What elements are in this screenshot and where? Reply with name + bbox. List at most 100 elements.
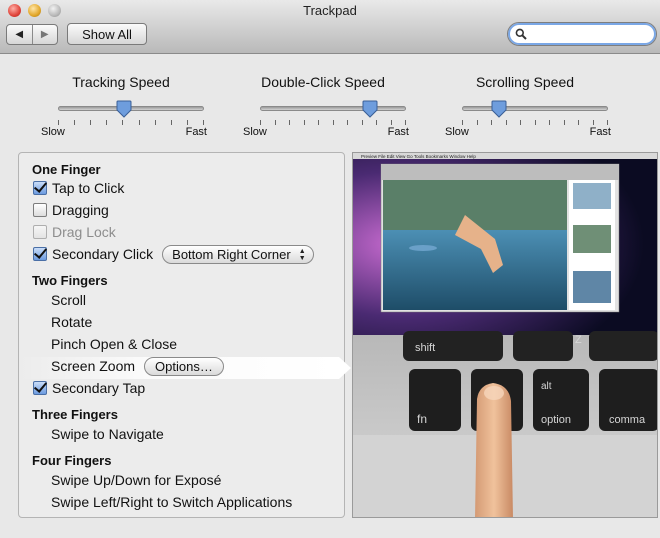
scrolling-speed-ticks [462,120,608,126]
one-finger-header: One Finger [32,162,101,177]
slider-tick [58,120,59,125]
slider-tick [106,120,107,125]
back-button[interactable]: ◀ [7,25,32,44]
swipe-leftright-row[interactable]: Swipe Left/Right to Switch Applications [51,492,292,512]
dragging-row[interactable]: Dragging [33,200,109,220]
double-click-speed-min-label: Slow [243,126,267,138]
back-arrow-icon: ◀ [15,29,24,40]
selected-row-pointer [339,357,351,379]
thumbnail-3 [573,271,611,303]
tracking-speed-thumb[interactable] [116,100,132,118]
secondary-click-label: Secondary Click [52,246,154,262]
rotate-row[interactable]: Rotate [51,312,92,332]
secondary-tap-label: Secondary Tap [52,380,146,396]
window-title: Trackpad [303,3,357,18]
gesture-list-panel: One Finger Tap to Click Dragging Drag Lo… [18,152,351,518]
z-key [513,331,573,361]
slider-tick [376,120,377,125]
two-fingers-header: Two Fingers [32,273,108,288]
swipe-updown-label: Swipe Up/Down for Exposé [51,472,222,488]
photo-trees [383,180,567,230]
scroll-row[interactable]: Scroll [51,290,86,310]
secondary-click-corner-popup[interactable]: Bottom Right Corner ▲ ▼ [162,244,314,264]
slider-tick [535,120,536,125]
secondary-tap-row[interactable]: Secondary Tap [33,378,145,398]
show-all-button[interactable]: Show All [67,23,147,45]
option-key-label: option [541,414,571,426]
slider-tick [289,120,290,125]
slider-tick [564,120,565,125]
thumbnail-1 [573,183,611,209]
tracking-speed-min-label: Slow [41,126,65,138]
secondary-tap-checkbox[interactable] [33,381,47,395]
slider-tick [187,120,188,125]
swipe-updown-row[interactable]: Swipe Up/Down for Exposé [51,470,221,490]
shift-key-label: shift [415,342,435,354]
window-toolbar: Trackpad ◀ ▶ Show All [0,0,660,54]
scrolling-speed-slider-group: Scrolling Speed Slow Fast [445,74,611,144]
rotate-label: Rotate [51,314,93,330]
secondary-click-row[interactable]: Secondary Click Bottom Right Corner ▲ ▼ [33,244,314,264]
scroll-label: Scroll [51,292,87,308]
double-click-speed-track[interactable] [260,106,406,111]
drag-lock-checkbox [33,225,47,239]
tap-to-click-label: Tap to Click [52,180,125,196]
slider-tick [520,120,521,125]
swipe-navigate-row[interactable]: Swipe to Navigate [51,424,164,444]
scrolling-speed-min-label: Slow [445,126,469,138]
pinch-label: Pinch Open & Close [51,336,178,352]
slider-tick [477,120,478,125]
fingernail [484,386,504,400]
forward-button[interactable]: ▶ [31,25,58,44]
slider-tick [405,120,406,125]
slider-tick [607,120,608,125]
popup-arrows-icon: ▲ ▼ [298,247,306,262]
slider-tick [462,120,463,125]
double-click-speed-ticks [260,120,406,126]
swipe-navigate-label: Swipe to Navigate [51,426,164,442]
slider-tick [74,120,75,125]
secondary-click-checkbox[interactable] [33,247,47,261]
slider-tick [122,120,123,125]
x-key [589,331,657,361]
double-click-speed-slider-group: Double-Click Speed Slow Fast [243,74,409,144]
scrolling-speed-track[interactable] [462,106,608,111]
slider-tick [491,120,492,125]
forward-arrow-icon: ▶ [40,29,49,40]
three-fingers-header: Three Fingers [32,407,118,422]
screen-zoom-row[interactable]: Screen Zoom Options… [51,356,224,376]
slider-tick [90,120,91,125]
thumbnail-2 [573,225,611,253]
scrolling-speed-max-label: Fast [589,126,611,138]
slider-tick [139,120,140,125]
drag-lock-row: Drag Lock [33,222,116,242]
gesture-preview-illustration: Preview File Edit View Go Tools Bookmark… [353,153,657,517]
double-click-speed-max-label: Fast [387,126,409,138]
dragging-label: Dragging [52,202,109,218]
scrolling-speed-thumb[interactable] [491,100,507,118]
tap-to-click-row[interactable]: Tap to Click [33,178,124,198]
menu-bar-text: Preview File Edit View Go Tools Bookmark… [361,154,476,159]
pinch-row[interactable]: Pinch Open & Close [51,334,177,354]
command-key-label: comma [609,414,646,426]
slider-tick [260,120,261,125]
secondary-click-corner-value: Bottom Right Corner [172,246,291,262]
nav-button-group: ◀ ▶ [6,24,58,45]
four-fingers-header: Four Fingers [32,453,112,468]
slider-tick [391,120,392,125]
screen-zoom-options-button[interactable]: Options… [144,356,224,376]
tap-to-click-checkbox[interactable] [33,181,47,195]
double-click-speed-thumb[interactable] [362,100,378,118]
slider-tick [347,120,348,125]
dragging-checkbox[interactable] [33,203,47,217]
tracking-speed-slider-group: Tracking Speed Slow Fast [41,74,207,144]
slider-tick [593,120,594,125]
drag-lock-label: Drag Lock [52,224,116,240]
slider-tick [318,120,319,125]
fn-key-label: fn [417,412,427,426]
slider-tick [304,120,305,125]
search-input[interactable] [507,22,657,46]
finger-image [475,383,513,517]
scrolling-speed-label: Scrolling Speed [475,74,575,90]
alt-key-label: alt [541,381,552,392]
